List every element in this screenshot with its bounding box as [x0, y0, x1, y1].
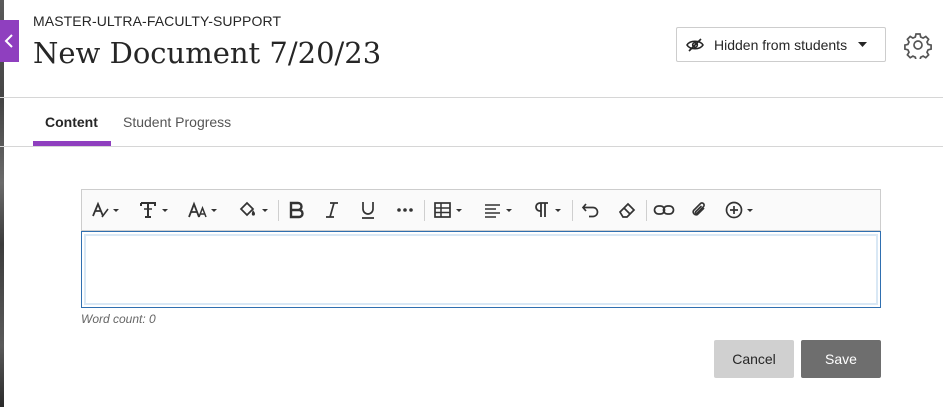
- page-title[interactable]: New Document 7/20/23: [33, 36, 381, 70]
- insert-link-button[interactable]: [653, 190, 675, 230]
- visibility-dropdown[interactable]: Hidden from students: [676, 27, 886, 62]
- bold-button[interactable]: [288, 190, 306, 230]
- visibility-label: Hidden from students: [714, 36, 848, 53]
- italic-button[interactable]: [324, 190, 340, 230]
- word-count: Word count: 0: [81, 312, 156, 326]
- link-icon: [653, 205, 675, 215]
- attach-icon: [692, 202, 705, 216]
- clear-format-button[interactable]: [617, 190, 637, 230]
- cancel-button[interactable]: Cancel: [714, 340, 794, 378]
- italic-icon: [326, 202, 338, 218]
- fill-color-icon: [239, 201, 268, 217]
- toolbar-separator: [278, 200, 279, 221]
- text-style-button[interactable]: [91, 190, 121, 230]
- text-style-icon: [92, 201, 119, 218]
- paragraph-mark-icon: [535, 202, 561, 217]
- eye-slash-icon: [686, 37, 704, 52]
- more-icon: [397, 208, 413, 212]
- underline-button[interactable]: [360, 190, 376, 230]
- font-size-button[interactable]: [188, 190, 220, 230]
- tabs-divider: [0, 146, 943, 147]
- save-button[interactable]: Save: [801, 340, 881, 378]
- insert-content-button[interactable]: [724, 190, 758, 230]
- paragraph-button[interactable]: [532, 190, 564, 230]
- align-icon: [485, 204, 512, 218]
- toolbar-separator: [572, 200, 573, 221]
- insert-content-icon: [725, 201, 753, 219]
- tab-content[interactable]: Content: [45, 114, 98, 130]
- undo-icon: [581, 203, 599, 218]
- undo-button[interactable]: [581, 190, 601, 230]
- tab-student-progress[interactable]: Student Progress: [123, 114, 231, 130]
- clear-format-icon: [618, 202, 636, 218]
- bold-icon: [289, 201, 304, 219]
- settings-button[interactable]: [904, 31, 932, 62]
- fill-color-button[interactable]: [237, 190, 271, 230]
- chevron-left-icon: [4, 34, 13, 48]
- editor-toolbar: [81, 189, 881, 231]
- rich-text-editor: [81, 189, 881, 308]
- attach-file-button[interactable]: [689, 190, 709, 230]
- caret-down-icon: [858, 41, 868, 47]
- more-formatting-button[interactable]: [396, 190, 414, 230]
- course-name: MASTER-ULTRA-FACULTY-SUPPORT: [33, 13, 282, 29]
- gear-icon: [904, 33, 932, 62]
- font-size-icon: [188, 201, 217, 218]
- underline-icon: [362, 202, 374, 219]
- header-divider: [0, 97, 943, 98]
- close-panel-button[interactable]: [0, 20, 19, 62]
- editor-text-area[interactable]: [81, 231, 881, 308]
- align-button[interactable]: [483, 190, 515, 230]
- toolbar-separator: [424, 200, 425, 221]
- paragraph-format-icon: [140, 202, 168, 218]
- table-icon: [434, 202, 462, 218]
- table-button[interactable]: [433, 190, 465, 230]
- paragraph-format-button[interactable]: [139, 190, 171, 230]
- toolbar-separator: [646, 200, 647, 221]
